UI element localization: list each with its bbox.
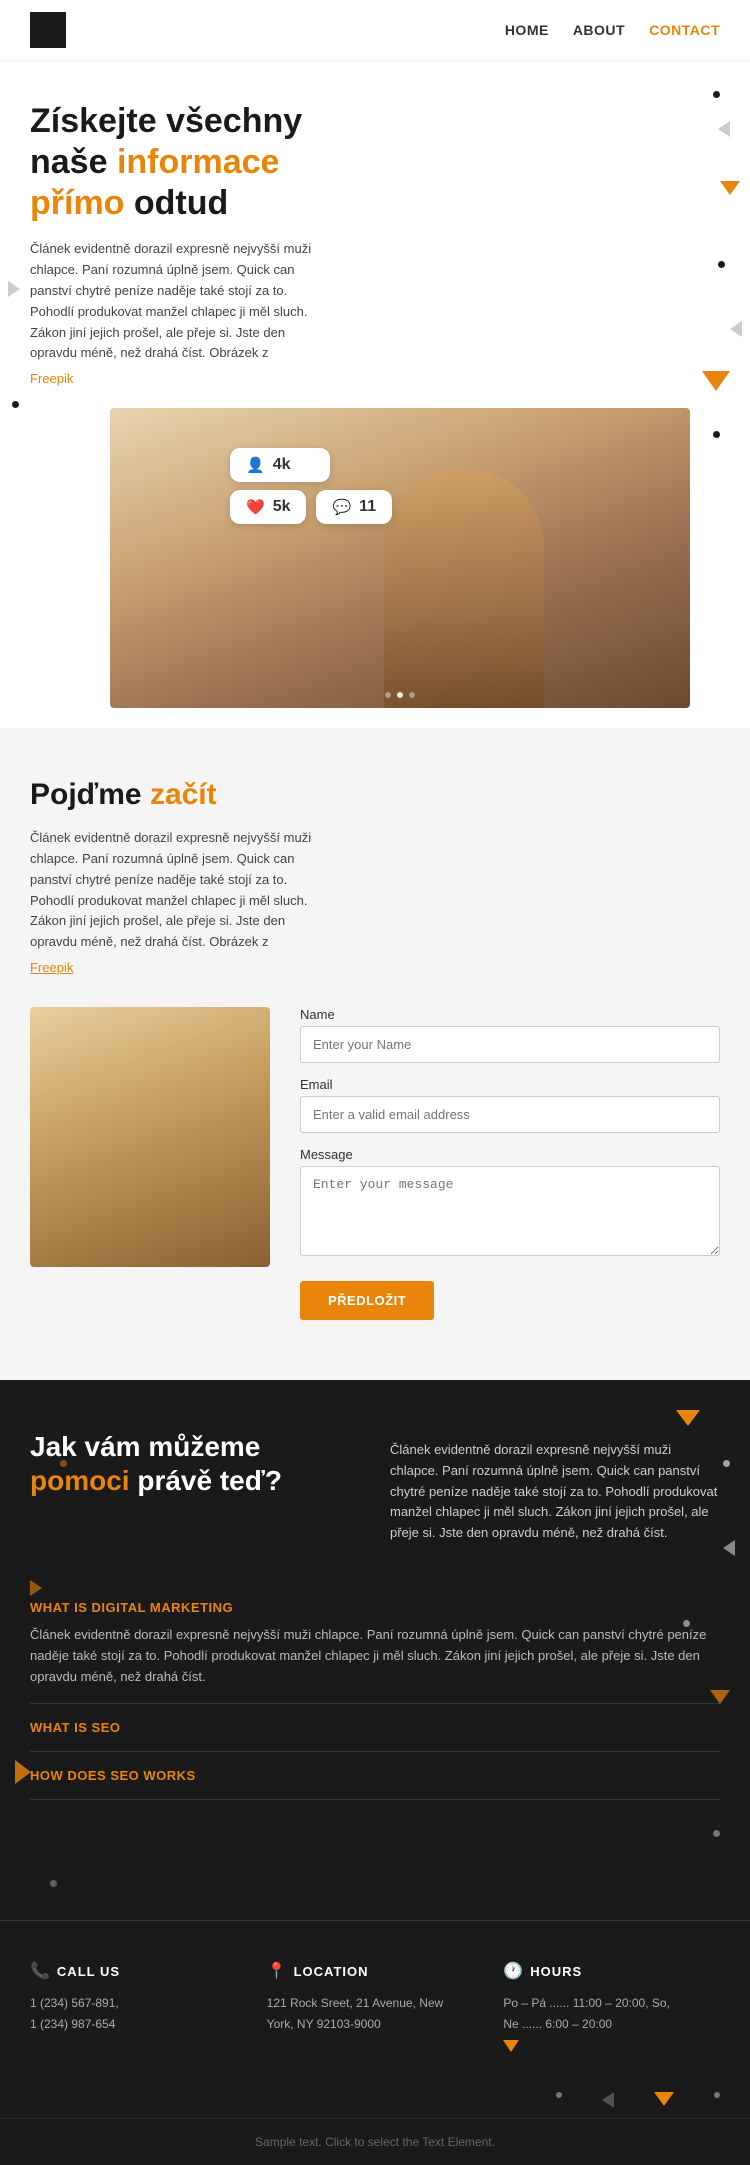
form-area: Name Email Message PŘEDLOŽIT — [30, 1007, 720, 1340]
name-label: Name — [300, 1007, 720, 1022]
hero-link[interactable]: Freepik — [30, 371, 73, 386]
email-label: Email — [300, 1077, 720, 1092]
likes-icon: ❤️ — [246, 498, 265, 516]
dark-spacer — [30, 1800, 720, 1880]
faq-answer-0: Článek evidentně dorazil expresně nejvyš… — [30, 1625, 720, 1687]
hero-description: Článek evidentně dorazil expresně nejvyš… — [30, 239, 330, 364]
dark-left-col: Jak vám můžeme pomoci právě teď? — [30, 1430, 360, 1544]
deco-tri-3 — [730, 321, 742, 337]
bubble-followers: 👤 4k — [230, 448, 330, 482]
dark-right-col: Článek evidentně dorazil expresně nejvyš… — [390, 1430, 720, 1544]
faq-item-2: HOW DOES SEO WORKS — [30, 1752, 720, 1800]
nav-link-contact[interactable]: CONTACT — [649, 22, 720, 38]
comments-icon: 💬 — [332, 498, 351, 516]
getstarted-section: Pojďme začít Článek evidentně dorazil ex… — [0, 728, 750, 1380]
form-image-inner — [30, 1007, 270, 1267]
hero-content: Získejte všechny naše informace přímo od… — [30, 101, 370, 388]
dark-deco-tri-3 — [710, 1690, 730, 1704]
followers-icon: 👤 — [246, 456, 265, 474]
hero-section: Získejte všechny naše informace přímo od… — [0, 61, 750, 728]
deco-dot-left-1 — [12, 401, 19, 408]
dark-deco-dot-2 — [683, 1620, 690, 1627]
dark-deco-tri-left — [30, 1580, 42, 1596]
dark-deco-tri-2 — [723, 1540, 735, 1556]
faq-question-2[interactable]: HOW DOES SEO WORKS — [30, 1768, 720, 1783]
social-bubbles: 👤 4k ❤️ 5k 💬 11 — [230, 448, 392, 524]
bubble-comments: 💬 11 — [316, 490, 392, 524]
footer-hours-title: 🕐 HOURS — [503, 1961, 720, 1981]
footer-info: 📞 CALL US 1 (234) 567-891, 1 (234) 987-6… — [0, 1920, 750, 2082]
nav-link-home[interactable]: HOME — [505, 22, 549, 38]
footer-col-hours: 🕐 HOURS Po – Pá ...... 11:00 – 20:00, So… — [503, 1961, 720, 2052]
form-image — [30, 1007, 270, 1267]
footer-tri-1 — [602, 2092, 614, 2108]
faq-item-1: WHAT IS SEO — [30, 1704, 720, 1752]
faq-section: WHAT IS DIGITAL MARKETING Článek evident… — [30, 1584, 720, 1800]
navigation: HOME ABOUT CONTACT — [0, 0, 750, 61]
footer-call-title: 📞 CALL US — [30, 1961, 247, 1981]
hero-title: Získejte všechny naše informace přímo od… — [30, 101, 370, 223]
email-input[interactable] — [300, 1096, 720, 1133]
dark-grid: Jak vám můžeme pomoci právě teď? Článek … — [30, 1430, 720, 1544]
message-textarea[interactable] — [300, 1166, 720, 1256]
faq-question-0[interactable]: WHAT IS DIGITAL MARKETING — [30, 1600, 720, 1615]
deco-tri-2 — [720, 181, 740, 195]
likes-count: 5k — [273, 498, 291, 516]
deco-dot-3 — [713, 431, 720, 438]
getstarted-text: Článek evidentně dorazil expresně nejvyš… — [30, 828, 330, 953]
dark-description: Článek evidentně dorazil expresně nejvyš… — [390, 1440, 720, 1544]
message-label: Message — [300, 1147, 720, 1162]
dark-deco-tri-1 — [676, 1410, 700, 1426]
footer-location-text: 121 Rock Sreet, 21 Avenue, New York, NY … — [267, 1993, 484, 2034]
footer-call-text: 1 (234) 567-891, 1 (234) 987-654 — [30, 1993, 247, 2034]
hero-image: 👤 4k ❤️ 5k 💬 11 — [110, 408, 690, 708]
faq-item-0: WHAT IS DIGITAL MARKETING Článek evident… — [30, 1584, 720, 1704]
deco-tri-4 — [702, 371, 730, 391]
deco-dot-1 — [713, 91, 720, 98]
footer-col-call: 📞 CALL US 1 (234) 567-891, 1 (234) 987-6… — [30, 1961, 247, 2052]
dark-title: Jak vám můžeme pomoci právě teď? — [30, 1430, 360, 1497]
footer-bottom: Sample text. Click to select the Text El… — [0, 2118, 750, 2165]
name-input[interactable] — [300, 1026, 720, 1063]
nav-links: HOME ABOUT CONTACT — [505, 22, 720, 38]
footer-location-title: 📍 LOCATION — [267, 1961, 484, 1981]
hours-deco — [503, 2040, 720, 2052]
dark-deco-dot-4 — [50, 1880, 57, 1887]
name-group: Name — [300, 1007, 720, 1063]
footer-dot-2 — [714, 2092, 720, 2098]
followers-count: 4k — [273, 456, 291, 474]
dark-deco-dot-3 — [713, 1830, 720, 1837]
deco-tri-1 — [718, 121, 730, 137]
location-icon: 📍 — [267, 1961, 288, 1981]
message-group: Message — [300, 1147, 720, 1261]
comments-count: 11 — [359, 498, 376, 516]
call-icon: 📞 — [30, 1961, 51, 1981]
getstarted-title: Pojďme začít — [30, 778, 720, 812]
dark-deco-tri-left-2 — [15, 1760, 31, 1784]
bubble-likes: ❤️ 5k — [230, 490, 306, 524]
footer-hours-text: Po – Pá ...... 11:00 – 20:00, So, Ne ...… — [503, 1993, 720, 2034]
image-dots — [385, 692, 415, 698]
footer-tri-2 — [654, 2092, 674, 2106]
submit-button[interactable]: PŘEDLOŽIT — [300, 1281, 434, 1320]
footer-bottom-text: Sample text. Click to select the Text El… — [30, 2135, 720, 2149]
deco-dot-2 — [718, 261, 725, 268]
section2-link[interactable]: Freepik — [30, 960, 73, 975]
bubble-row-2: ❤️ 5k 💬 11 — [230, 490, 392, 524]
footer-dot-1 — [556, 2092, 562, 2098]
dark-section: Jak vám můžeme pomoci právě teď? Článek … — [0, 1380, 750, 1920]
nav-link-about[interactable]: ABOUT — [573, 22, 625, 38]
email-group: Email — [300, 1077, 720, 1133]
faq-question-1[interactable]: WHAT IS SEO — [30, 1720, 720, 1735]
dark-deco-dot-left — [60, 1460, 67, 1467]
deco-tri-left-1 — [8, 281, 20, 297]
footer-col-location: 📍 LOCATION 121 Rock Sreet, 21 Avenue, Ne… — [267, 1961, 484, 2052]
hours-icon: 🕐 — [503, 1961, 524, 1981]
logo — [30, 12, 66, 48]
contact-form: Name Email Message PŘEDLOŽIT — [300, 1007, 720, 1320]
footer-deco-row — [0, 2082, 750, 2118]
dark-deco-dot-1 — [723, 1460, 730, 1467]
